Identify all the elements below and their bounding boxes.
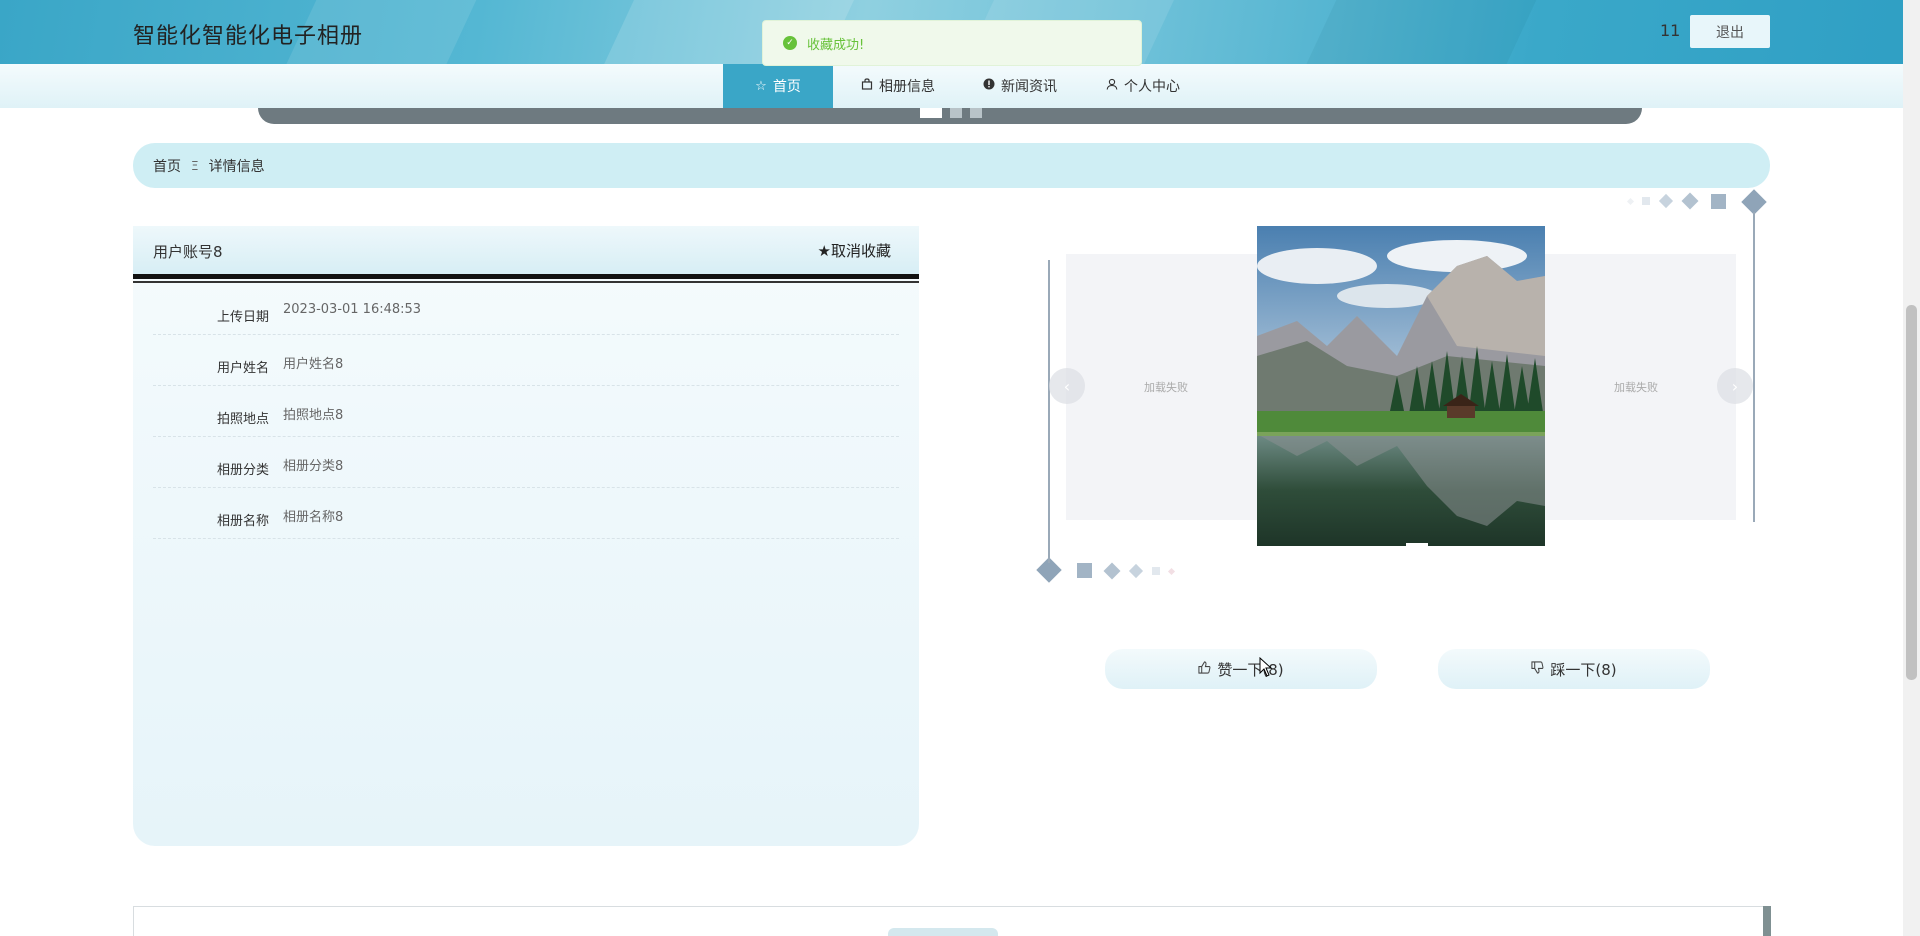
image-load-failed-text: 加载失败 bbox=[1614, 381, 1658, 394]
decor-diamond bbox=[1658, 193, 1674, 209]
success-toast: ✓ 收藏成功! bbox=[762, 20, 1142, 66]
field-value: 用户姓名8 bbox=[283, 357, 344, 372]
check-circle-icon: ✓ bbox=[783, 36, 797, 50]
breadcrumb-home-link[interactable]: 首页 bbox=[153, 156, 181, 176]
detail-panel-header: 用户账号8 ★取消收藏 bbox=[133, 226, 919, 274]
gallery-indicator bbox=[1406, 543, 1428, 546]
bottom-section-tab[interactable] bbox=[888, 928, 998, 936]
gallery-prev-button[interactable]: ‹ bbox=[1049, 368, 1085, 404]
user-account: 用户账号8 bbox=[153, 243, 223, 261]
unfavorite-button[interactable]: ★取消收藏 bbox=[818, 240, 891, 261]
detail-row-photo-location: 拍照地点 拍照地点8 bbox=[153, 386, 899, 437]
gallery-next-button[interactable]: › bbox=[1717, 368, 1753, 404]
chevron-right-icon: › bbox=[1731, 376, 1739, 396]
image-load-failed-text: 加载失败 bbox=[1144, 381, 1188, 394]
gallery-slide-prev[interactable]: 加载失败 bbox=[1066, 254, 1266, 520]
gallery-slide-next[interactable]: 加载失败 bbox=[1536, 254, 1736, 520]
banner-dot[interactable] bbox=[950, 108, 962, 118]
detail-info-panel: 用户账号8 ★取消收藏 上传日期 2023-03-01 16:48:53 用户姓… bbox=[133, 226, 919, 846]
field-value: 相册名称8 bbox=[283, 510, 344, 525]
nav-item-home[interactable]: ☆ 首页 bbox=[723, 64, 833, 108]
scrollbar-thumb[interactable] bbox=[1906, 305, 1917, 680]
banner-pagination bbox=[920, 108, 982, 118]
decor-diamond bbox=[1167, 567, 1176, 576]
decor-line bbox=[1753, 212, 1755, 522]
field-value: 相册分类8 bbox=[283, 459, 344, 474]
detail-row-user-name: 用户姓名 用户姓名8 bbox=[153, 335, 899, 386]
nav-item-personal-center[interactable]: 个人中心 bbox=[1078, 64, 1208, 108]
decor-diamond bbox=[1128, 563, 1144, 579]
detail-row-album-category: 相册分类 相册分类8 bbox=[153, 437, 899, 488]
breadcrumb: 首页 Ξ 详情信息 bbox=[133, 143, 1770, 188]
field-label: 拍照地点 bbox=[216, 412, 269, 427]
decor-square bbox=[1077, 563, 1092, 578]
nav-item-label: 个人中心 bbox=[1124, 79, 1180, 95]
decor-line bbox=[1048, 260, 1050, 563]
gallery-main-photo[interactable] bbox=[1257, 226, 1545, 546]
detail-row-album-name: 相册名称 相册名称8 bbox=[153, 488, 899, 539]
decor-diamond bbox=[1741, 189, 1767, 215]
header-rule bbox=[133, 274, 919, 279]
dislike-button[interactable]: 踩一下(8) bbox=[1438, 649, 1710, 689]
like-label: 赞一下(8) bbox=[1217, 660, 1284, 679]
decor-square bbox=[1711, 194, 1726, 209]
user-icon bbox=[1106, 78, 1118, 94]
decor-square bbox=[1642, 197, 1650, 205]
breadcrumb-current: 详情信息 bbox=[208, 158, 265, 175]
decor-diamond bbox=[1103, 562, 1121, 580]
banner-dot[interactable] bbox=[970, 108, 982, 118]
nav-item-label: 首页 bbox=[772, 79, 801, 95]
star-icon: ☆ bbox=[755, 78, 767, 94]
field-label: 上传日期 bbox=[216, 310, 269, 325]
bottom-section-accent bbox=[1763, 906, 1771, 936]
decor-square bbox=[1152, 567, 1160, 575]
current-user-name: 11 bbox=[1660, 21, 1681, 40]
chevron-left-icon: ‹ bbox=[1063, 376, 1071, 396]
field-label: 相册名称 bbox=[216, 514, 269, 529]
main-nav: ☆ 首页 相册信息 新闻资讯 个人中心 bbox=[0, 64, 1920, 108]
decor-diamond bbox=[1681, 192, 1699, 210]
nav-item-album-info[interactable]: 相册信息 bbox=[843, 64, 953, 108]
field-value: 2023-03-01 16:48:53 bbox=[283, 302, 422, 317]
thumbs-down-icon bbox=[1531, 660, 1544, 678]
landscape-photo bbox=[1257, 226, 1545, 546]
logout-button[interactable]: 退出 bbox=[1690, 15, 1770, 48]
header-rule bbox=[133, 281, 919, 283]
field-label: 用户姓名 bbox=[216, 361, 269, 376]
like-button[interactable]: 赞一下(8) bbox=[1105, 649, 1377, 689]
detail-row-upload-date: 上传日期 2023-03-01 16:48:53 bbox=[153, 284, 899, 335]
banner-dot-active[interactable] bbox=[920, 108, 942, 118]
nav-item-news[interactable]: 新闻资讯 bbox=[960, 64, 1080, 108]
nav-item-label: 相册信息 bbox=[879, 79, 935, 95]
dislike-label: 踩一下(8) bbox=[1550, 660, 1617, 679]
site-title: 智能化智能化电子相册 bbox=[133, 24, 364, 49]
field-value: 拍照地点8 bbox=[283, 408, 344, 423]
decor-diamond bbox=[1626, 197, 1635, 206]
nav-item-label: 新闻资讯 bbox=[1001, 79, 1057, 95]
thumbs-up-icon bbox=[1198, 660, 1211, 678]
info-icon bbox=[983, 78, 995, 94]
field-label: 相册分类 bbox=[216, 463, 269, 478]
toast-message: 收藏成功! bbox=[807, 37, 865, 53]
bag-icon bbox=[861, 78, 873, 94]
breadcrumb-separator: Ξ bbox=[191, 158, 199, 173]
